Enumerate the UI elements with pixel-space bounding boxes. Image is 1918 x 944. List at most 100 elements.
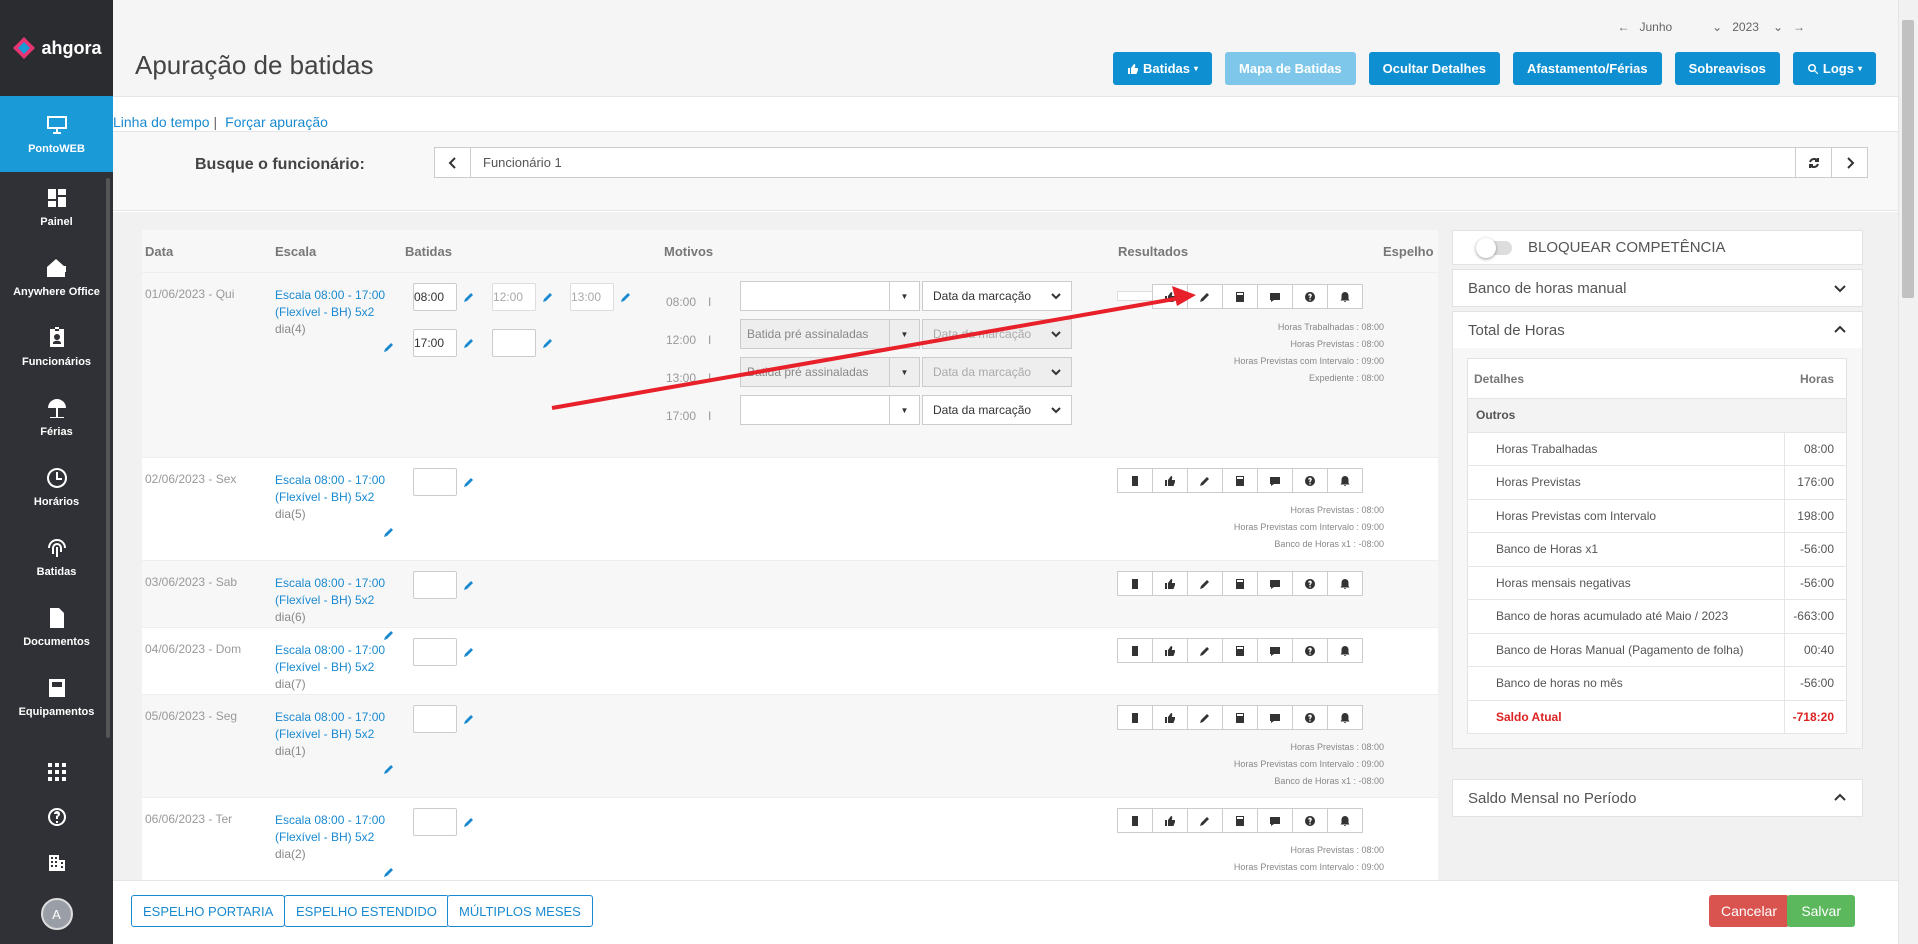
edit-scale-icon[interactable] — [383, 341, 395, 353]
edit-punch-icon[interactable] — [542, 291, 554, 303]
row-scale[interactable]: Escala 08:00 - 17:00 (Flexível - BH) 5x2… — [275, 812, 395, 880]
marking-date-select[interactable]: Data da marcação — [922, 281, 1072, 311]
help-button[interactable] — [0, 794, 113, 839]
arrow-right-icon[interactable]: → — [1793, 20, 1805, 34]
notification-button[interactable] — [1327, 808, 1363, 833]
row-scale[interactable]: Escala 08:00 - 17:00 (Flexível - BH) 5x2… — [275, 287, 395, 355]
marking-date-select[interactable]: Data da marcação — [922, 357, 1072, 387]
punch-input[interactable] — [413, 705, 457, 733]
help-button[interactable] — [1292, 284, 1328, 309]
sobreavisos-button[interactable]: Sobreavisos — [1674, 52, 1780, 85]
help-button[interactable] — [1292, 468, 1328, 493]
next-employee-button[interactable] — [1831, 148, 1867, 177]
espelho-portaria-button[interactable]: ESPELHO PORTARIA — [131, 895, 286, 927]
notification-button[interactable] — [1327, 571, 1363, 596]
timeline-link[interactable]: Linha do tempo — [113, 114, 210, 130]
total-hours-header[interactable]: Total de Horas — [1453, 312, 1862, 348]
motive-select[interactable]: Batida pré assinaladas ▼ — [740, 357, 920, 387]
punch-input[interactable] — [413, 571, 457, 599]
row-scale[interactable]: Escala 08:00 - 17:00 (Flexível - BH) 5x2… — [275, 709, 395, 777]
page-scrollbar-thumb[interactable] — [1902, 20, 1914, 298]
notification-button[interactable] — [1327, 638, 1363, 663]
comment-button[interactable] — [1257, 468, 1293, 493]
punch-input[interactable] — [413, 468, 457, 496]
calculator-button[interactable] — [1222, 571, 1258, 596]
monthly-balance-header[interactable]: Saldo Mensal no Período — [1453, 780, 1862, 816]
sidebar-item-documentos[interactable]: Documentos — [0, 592, 113, 662]
sidebar-item-funcionarios[interactable]: Funcionários — [0, 312, 113, 382]
save-button[interactable]: Salvar — [1787, 895, 1855, 927]
refresh-employee-button[interactable] — [1795, 148, 1831, 177]
punch-input[interactable] — [492, 283, 536, 311]
toggle-slot[interactable] — [1117, 291, 1153, 301]
sidebar-item-painel[interactable]: Painel — [0, 172, 113, 242]
edit-punch-icon[interactable] — [463, 337, 475, 349]
motive-select[interactable]: ▼ — [740, 281, 920, 311]
user-menu[interactable]: A — [0, 884, 113, 944]
sidebar-item-pontoweb[interactable]: PontoWEB — [0, 96, 113, 172]
calculator-button[interactable] — [1222, 808, 1258, 833]
help-button[interactable] — [1292, 808, 1328, 833]
punch-input[interactable] — [413, 808, 457, 836]
calculator-button[interactable] — [1222, 705, 1258, 730]
force-apuracao-link[interactable]: Forçar apuração — [225, 114, 328, 130]
comment-button[interactable] — [1257, 705, 1293, 730]
edit-punch-icon[interactable] — [463, 713, 475, 725]
apps-grid-button[interactable] — [0, 749, 113, 794]
brand-logo[interactable]: ahgora — [0, 0, 113, 96]
door-button[interactable] — [1117, 571, 1153, 596]
door-button[interactable] — [1117, 705, 1153, 730]
edit-punch-icon[interactable] — [463, 646, 475, 658]
door-button[interactable] — [1117, 468, 1153, 493]
mapa-batidas-button[interactable]: Mapa de Batidas — [1225, 52, 1356, 85]
marking-date-select[interactable]: Data da marcação — [922, 395, 1072, 425]
edit-button[interactable] — [1187, 571, 1223, 596]
motive-select[interactable]: ▼ — [740, 395, 920, 425]
notification-button[interactable] — [1327, 284, 1363, 309]
edit-punch-icon[interactable] — [463, 579, 475, 591]
help-button[interactable] — [1292, 571, 1328, 596]
punch-input[interactable] — [413, 329, 457, 357]
prev-employee-button[interactable] — [435, 148, 471, 177]
punch-input[interactable] — [413, 638, 457, 666]
help-button[interactable] — [1292, 638, 1328, 663]
arrow-left-icon[interactable]: ← — [1617, 20, 1629, 34]
punch-input[interactable] — [492, 329, 536, 357]
multiplos-meses-button[interactable]: MÚLTIPLOS MESES — [447, 895, 593, 927]
manual-bank-header[interactable]: Banco de horas manual — [1453, 270, 1862, 306]
sidebar-item-horarios[interactable]: Horários — [0, 452, 113, 522]
edit-button[interactable] — [1187, 808, 1223, 833]
approve-button[interactable] — [1152, 284, 1188, 309]
edit-button[interactable] — [1187, 705, 1223, 730]
edit-scale-icon[interactable] — [383, 866, 395, 878]
edit-punch-icon[interactable] — [463, 291, 475, 303]
month-select[interactable]: Junho ⌄ — [1639, 20, 1722, 34]
row-scale[interactable]: Escala 08:00 - 17:00 (Flexível - BH) 5x2… — [275, 472, 395, 540]
door-button[interactable] — [1117, 638, 1153, 663]
edit-button[interactable] — [1187, 638, 1223, 663]
comment-button[interactable] — [1257, 638, 1293, 663]
logs-dropdown-button[interactable]: Logs ▾ — [1792, 52, 1876, 85]
sidebar-item-anywhere-office[interactable]: Anywhere Office — [0, 242, 113, 312]
year-select[interactable]: 2023 ⌄ — [1732, 20, 1783, 34]
approve-button[interactable] — [1152, 638, 1188, 663]
motive-select[interactable]: Batida pré assinaladas ▼ — [740, 319, 920, 349]
comment-button[interactable] — [1257, 808, 1293, 833]
espelho-estendido-button[interactable]: ESPELHO ESTENDIDO — [284, 895, 449, 927]
sidebar-item-equipamentos[interactable]: Equipamentos — [0, 662, 113, 732]
company-button[interactable] — [0, 839, 113, 884]
cancel-button[interactable]: Cancelar — [1708, 895, 1789, 927]
edit-button[interactable] — [1187, 284, 1223, 309]
door-button[interactable] — [1117, 808, 1153, 833]
edit-punch-icon[interactable] — [463, 476, 475, 488]
notification-button[interactable] — [1327, 705, 1363, 730]
notification-button[interactable] — [1327, 468, 1363, 493]
batidas-dropdown-button[interactable]: Batidas ▾ — [1113, 52, 1213, 85]
approve-button[interactable] — [1152, 808, 1188, 833]
calculator-button[interactable] — [1222, 284, 1258, 309]
edit-scale-icon[interactable] — [383, 526, 395, 538]
approve-button[interactable] — [1152, 468, 1188, 493]
edit-button[interactable] — [1187, 468, 1223, 493]
sidebar-item-ferias[interactable]: Férias — [0, 382, 113, 452]
sidebar-item-batidas[interactable]: Batidas — [0, 522, 113, 592]
